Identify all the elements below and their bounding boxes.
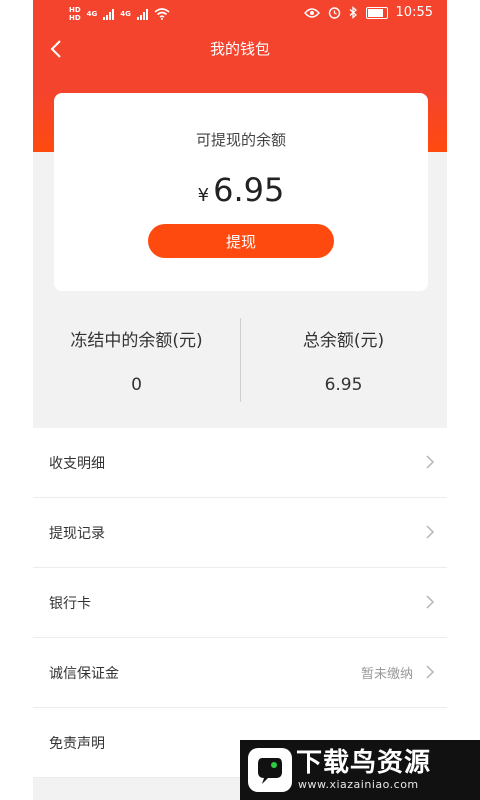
frozen-balance-label: 冻结中的余额(元) xyxy=(70,331,203,351)
withdrawable-balance-card: 可提现的余额 ¥6.95 提现 xyxy=(54,93,428,291)
menu-item-label: 免责声明 xyxy=(49,735,105,752)
menu-item-label: 银行卡 xyxy=(49,595,91,612)
network-badges: HD HD xyxy=(69,6,81,22)
menu-item-transactions[interactable]: 收支明细 xyxy=(33,428,447,498)
chevron-right-icon xyxy=(426,665,435,679)
wallet-menu: 收支明细 提现记录 银行卡 诚信保证金 暂未缴纳 免责声明 xyxy=(33,428,447,778)
status-right: 10:55 xyxy=(303,5,433,20)
wallet-screen: HD HD 4G 4G 10:55 我的钱包 可提现的余额 ¥ 6.95 提现 … xyxy=(33,0,447,800)
menu-item-deposit[interactable]: 诚信保证金 暂未缴纳 xyxy=(33,638,447,708)
total-balance-label: 总余额(元) xyxy=(302,331,385,351)
bird-logo-icon xyxy=(248,748,292,792)
hd-badge: HD xyxy=(69,6,81,14)
withdrawable-balance-amount: ¥6.95 xyxy=(54,171,428,209)
status-time: 10:55 xyxy=(395,5,433,20)
menu-item-label: 诚信保证金 xyxy=(49,665,119,682)
withdraw-button[interactable]: 提现 xyxy=(148,224,334,258)
battery-icon xyxy=(365,6,388,19)
status-left: HD HD 4G 4G xyxy=(69,6,170,22)
total-balance: 总余额(元) 6.95 xyxy=(240,306,447,395)
chevron-right-icon xyxy=(426,525,435,539)
balance-stats: 冻结中的余额(元) 0 总余额(元) 6.95 xyxy=(33,306,447,416)
bluetooth-icon xyxy=(349,6,357,19)
watermark-url: www.xiazainiao.com xyxy=(298,778,419,791)
page-title: 我的钱包 xyxy=(209,40,270,58)
eye-icon xyxy=(303,7,320,18)
signal-label: 4G xyxy=(86,10,98,18)
signal-label: 4G xyxy=(120,10,131,18)
watermark: 下载鸟资源 www.xiazainiao.com xyxy=(240,740,480,800)
balance-value: 6.95 xyxy=(213,171,285,209)
signal-icon xyxy=(103,8,115,20)
menu-item-label: 收支明细 xyxy=(49,455,105,472)
watermark-title: 下载鸟资源 xyxy=(296,748,432,778)
chevron-right-icon xyxy=(426,455,435,469)
hd-badge: HD xyxy=(69,14,81,22)
total-balance-value: 6.95 xyxy=(324,375,363,395)
alarm-icon xyxy=(328,7,340,19)
menu-item-bank-card[interactable]: 银行卡 xyxy=(33,568,447,638)
chevron-right-icon xyxy=(426,595,435,609)
menu-item-label: 提现记录 xyxy=(49,525,105,542)
deposit-status: 暂未缴纳 xyxy=(360,667,413,682)
status-bar: HD HD 4G 4G 10:55 xyxy=(33,0,447,28)
frozen-balance: 冻结中的余额(元) 0 xyxy=(33,306,240,395)
frozen-balance-value: 0 xyxy=(131,375,142,395)
title-bar: 我的钱包 xyxy=(33,28,447,70)
wifi-icon xyxy=(154,8,170,20)
withdrawable-balance-label: 可提现的余额 xyxy=(195,131,286,149)
currency-symbol: ¥ xyxy=(197,185,210,206)
menu-item-withdraw-records[interactable]: 提现记录 xyxy=(33,498,447,568)
signal-icon xyxy=(136,8,148,20)
